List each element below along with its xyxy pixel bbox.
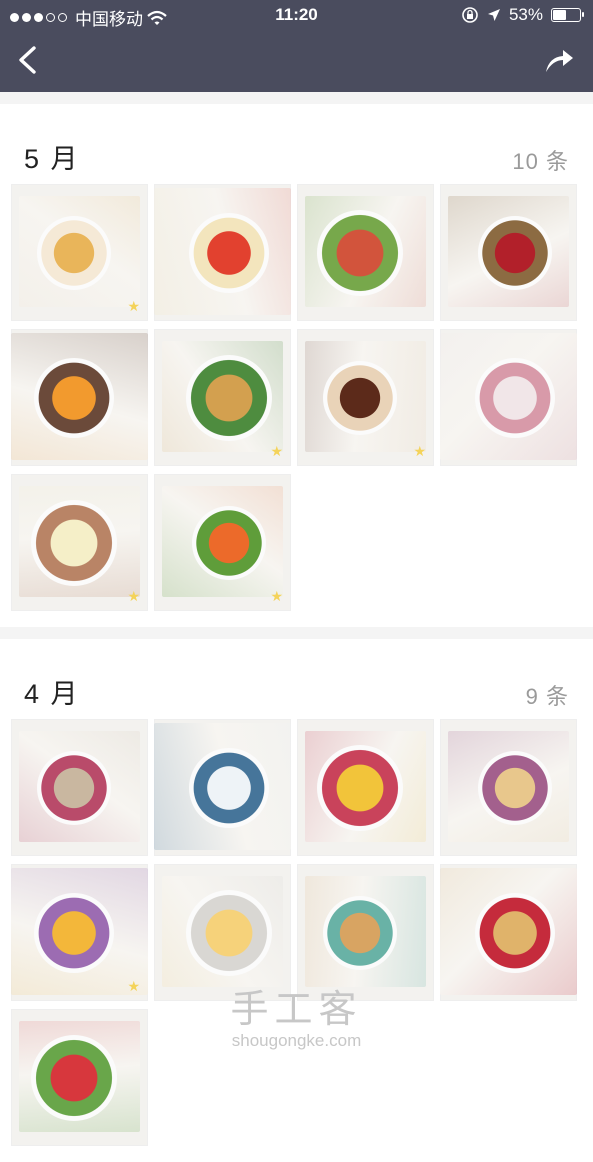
food-plate (188, 212, 269, 293)
food-plate (36, 215, 111, 290)
photo-thumbnail-mug-on-desk[interactable] (154, 719, 291, 856)
food-plate (477, 750, 552, 825)
food-plate (33, 357, 114, 438)
section-divider (0, 627, 593, 639)
food-plate (185, 354, 272, 441)
photo-thumbnail-kimchi-and-kiwi-bowl[interactable]: ★ (154, 474, 291, 611)
status-bar: 中国移动 11:20 53% (0, 0, 593, 30)
back-button[interactable] (10, 40, 46, 80)
section-entry-count: 9 条 (525, 684, 569, 709)
watermark-url: shougongke.com (231, 1031, 362, 1050)
navigation-bar: 中国移动 11:20 53% (0, 0, 593, 92)
section-entry-count: 10 条 (512, 149, 569, 174)
photo-thumbnail-pancake-and-soup[interactable] (440, 719, 577, 856)
photo-thumbnail-bowl-of-melon-cubes[interactable]: ★ (11, 474, 148, 611)
star-icon: ★ (127, 588, 140, 604)
photo-thumbnail-wrapped-sandwich[interactable] (440, 329, 577, 466)
share-arrow-icon (546, 50, 573, 72)
photo-thumbnail-scallion-pancake-in-bag[interactable]: ★ (154, 329, 291, 466)
food-plate (185, 889, 272, 976)
star-icon: ★ (270, 443, 283, 459)
photo-thumbnail-fruit-and-noodle-bowls[interactable] (11, 329, 148, 466)
photo-thumbnail-crepe-with-tomatoes[interactable] (154, 184, 291, 321)
watermark-title: 手工客 (230, 987, 363, 1031)
location-icon (487, 9, 500, 21)
battery-icon (551, 8, 584, 22)
orientation-lock-icon (462, 7, 478, 23)
photo-thumbnail-scrambled-eggs-tomato[interactable] (297, 719, 434, 856)
battery-percent: 53% (508, 5, 543, 24)
section-month-title: 4 月 (24, 679, 80, 709)
month-section-may: 5 月 10 条 ★ ★ ★ ★ ★ (0, 104, 593, 627)
food-plate (477, 215, 552, 290)
photo-grid: ★ (0, 719, 593, 1162)
star-icon: ★ (270, 588, 283, 604)
food-plate (322, 895, 397, 970)
photo-thumbnail-breakfast-plate-croissant[interactable]: ★ (11, 184, 148, 321)
food-plate (322, 360, 397, 435)
food-plate (30, 499, 117, 586)
photo-thumbnail-dumplings-and-milk[interactable] (11, 719, 148, 856)
site-watermark: 手工客 shougongke.com (0, 978, 593, 1051)
photo-thumbnail-bowl-with-greens-and-ham[interactable] (297, 184, 434, 321)
section-divider (0, 92, 593, 104)
star-icon: ★ (127, 298, 140, 314)
share-button[interactable] (541, 42, 577, 78)
food-plate (188, 747, 269, 828)
star-icon: ★ (413, 443, 426, 459)
food-plate (316, 744, 403, 831)
food-plate (474, 892, 555, 973)
photo-thumbnail-noodle-soup-bowl[interactable]: ★ (297, 329, 434, 466)
diary-feed[interactable]: 5 月 10 条 ★ ★ ★ ★ ★ 4 月 9 条 ★ (0, 92, 593, 1162)
food-plate (33, 892, 114, 973)
food-plate (36, 750, 111, 825)
month-section-april: 4 月 9 条 ★ (0, 639, 593, 1162)
chevron-left-icon (19, 46, 36, 74)
photo-grid: ★ ★ ★ ★ ★ (0, 184, 593, 627)
photo-thumbnail-kfc-cup-and-pastry[interactable] (440, 184, 577, 321)
food-plate (474, 357, 555, 438)
food-plate (191, 505, 266, 580)
food-plate (316, 209, 403, 296)
section-month-title: 5 月 (24, 144, 80, 174)
